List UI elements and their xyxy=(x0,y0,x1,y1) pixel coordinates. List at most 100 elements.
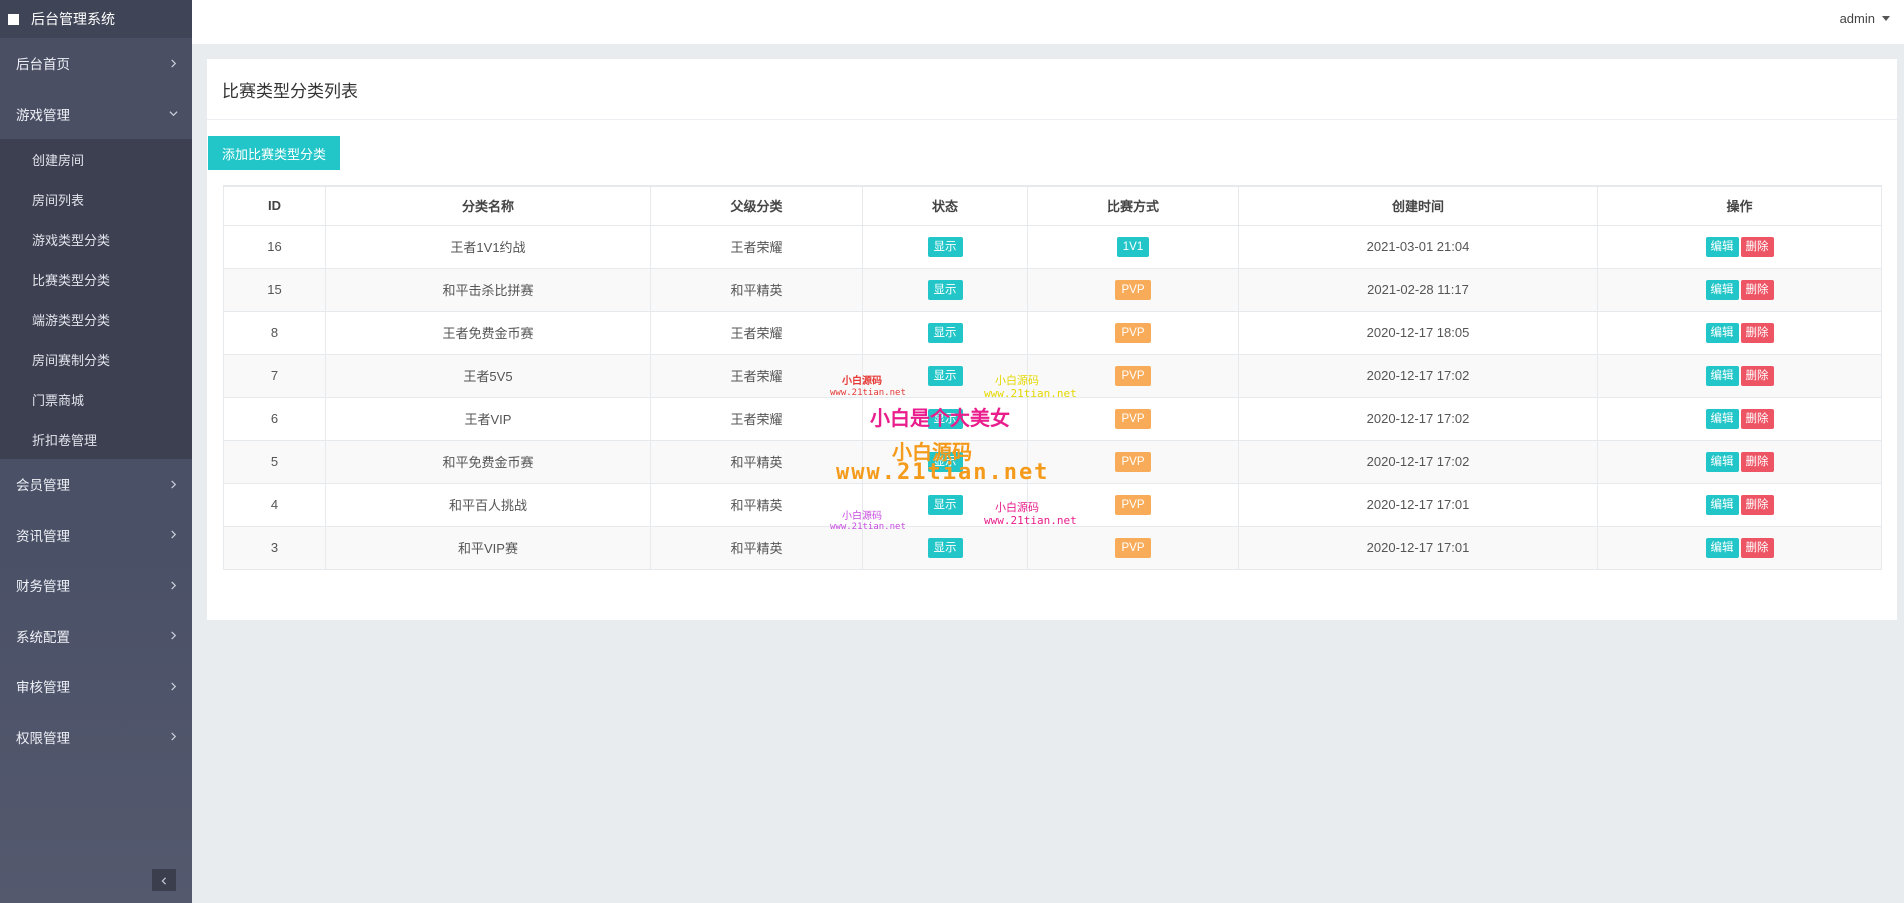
chevron-left-icon xyxy=(160,873,168,888)
sidebar-item-label: 会员管理 xyxy=(16,478,70,494)
sidebar-item-audit[interactable]: 审核管理 xyxy=(0,661,192,712)
chevron-down-icon xyxy=(168,109,178,119)
mode-badge: 1V1 xyxy=(1116,236,1150,257)
sidebar-item-system[interactable]: 系统配置 xyxy=(0,611,192,662)
cell-name: 王者1V1约战 xyxy=(325,224,651,269)
cell-mode: PVP xyxy=(1027,353,1239,398)
delete-button[interactable]: 删除 xyxy=(1740,236,1774,257)
cell-parent: 王者荣耀 xyxy=(650,353,863,398)
column-header: 创建时间 xyxy=(1238,185,1598,226)
sidebar-item-label: 权限管理 xyxy=(16,730,70,746)
chevron-right-icon xyxy=(168,530,178,540)
cell-created: 2020-12-17 17:01 xyxy=(1238,525,1598,570)
column-header: 父级分类 xyxy=(650,185,863,226)
sidebar-item-label: 后台首页 xyxy=(16,57,70,73)
table-body: 16 王者1V1约战 王者荣耀 显示 1V1 2021-03-01 21:04 编辑 删除 15… xyxy=(223,224,1882,570)
cell-mode: 1V1 xyxy=(1027,224,1239,269)
sidebar-item-member[interactable]: 会员管理 xyxy=(0,459,192,510)
user-menu[interactable]: admin xyxy=(1840,11,1890,26)
table-row: 5 和平免费金币赛 和平精英 显示 PVP 2020-12-17 17:02 编辑 删除 xyxy=(223,439,1882,484)
sidebar-item-finance[interactable]: 财务管理 xyxy=(0,560,192,611)
cell-status: 显示 xyxy=(862,224,1028,269)
cell-status: 显示 xyxy=(862,439,1028,484)
sidebar-item-label: 财务管理 xyxy=(16,579,70,595)
table-row: 3 和平VIP赛 和平精英 显示 PVP 2020-12-17 17:01 编辑 删除 xyxy=(223,525,1882,570)
delete-button[interactable]: 删除 xyxy=(1740,365,1774,386)
sidebar: 后台管理系统 后台首页 游戏管理 创建房间 房间列表 游戏类型分类 比赛类型分类… xyxy=(0,0,192,903)
sidebar-subitem-pc-game-type[interactable]: 端游类型分类 xyxy=(0,299,192,339)
edit-button[interactable]: 编辑 xyxy=(1705,322,1739,343)
sidebar-subitem-room-list[interactable]: 房间列表 xyxy=(0,179,192,219)
mode-badge: PVP xyxy=(1115,494,1151,515)
mode-badge: PVP xyxy=(1115,322,1151,343)
sidebar-subitem-create-room[interactable]: 创建房间 xyxy=(0,139,192,179)
status-badge: 显示 xyxy=(927,408,963,429)
top-header: admin xyxy=(192,0,1904,44)
match-type-table: ID 分类名称 父级分类 状态 比赛方式 创建时间 操作 16 王者1V1约战 王者… xyxy=(223,185,1882,570)
sidebar-item-game[interactable]: 游戏管理 xyxy=(0,89,192,140)
sidebar-item-label: 游戏管理 xyxy=(16,107,70,123)
mode-badge: PVP xyxy=(1115,365,1151,386)
sidebar-item-news[interactable]: 资讯管理 xyxy=(0,510,192,561)
cell-mode: PVP xyxy=(1027,525,1239,570)
cell-actions: 编辑 删除 xyxy=(1597,439,1882,484)
edit-button[interactable]: 编辑 xyxy=(1705,408,1739,429)
cell-status: 显示 xyxy=(862,267,1028,312)
cell-parent: 和平精英 xyxy=(650,482,863,527)
cell-created: 2021-03-01 21:04 xyxy=(1238,224,1598,269)
delete-button[interactable]: 删除 xyxy=(1740,322,1774,343)
sidebar-subitem-ticket-shop[interactable]: 门票商城 xyxy=(0,379,192,419)
cell-id: 8 xyxy=(223,310,326,355)
cell-parent: 和平精英 xyxy=(650,439,863,484)
cell-name: 和平VIP赛 xyxy=(325,525,651,570)
status-badge: 显示 xyxy=(927,451,963,472)
sidebar-item-home[interactable]: 后台首页 xyxy=(0,38,192,89)
table-row: 7 王者5V5 王者荣耀 显示 PVP 2020-12-17 17:02 编辑 删除 xyxy=(223,353,1882,398)
edit-button[interactable]: 编辑 xyxy=(1705,537,1739,558)
cell-created: 2020-12-17 17:01 xyxy=(1238,482,1598,527)
sidebar-subitem-game-type[interactable]: 游戏类型分类 xyxy=(0,219,192,259)
edit-button[interactable]: 编辑 xyxy=(1705,365,1739,386)
cell-name: 王者VIP xyxy=(325,396,651,441)
cell-id: 4 xyxy=(223,482,326,527)
chevron-right-icon xyxy=(168,631,178,641)
cell-parent: 王者荣耀 xyxy=(650,310,863,355)
sidebar-subitem-match-type[interactable]: 比赛类型分类 xyxy=(0,259,192,299)
sidebar-subitem-room-format[interactable]: 房间赛制分类 xyxy=(0,339,192,379)
edit-button[interactable]: 编辑 xyxy=(1705,236,1739,257)
sidebar-item-label: 资讯管理 xyxy=(16,528,70,544)
column-header: ID xyxy=(223,185,326,226)
caret-down-icon xyxy=(1882,16,1890,21)
delete-button[interactable]: 删除 xyxy=(1740,279,1774,300)
sidebar-item-permission[interactable]: 权限管理 xyxy=(0,712,192,763)
username: admin xyxy=(1839,11,1875,26)
delete-button[interactable]: 删除 xyxy=(1740,408,1774,429)
column-header: 操作 xyxy=(1597,185,1882,226)
delete-button[interactable]: 删除 xyxy=(1740,494,1774,515)
cell-mode: PVP xyxy=(1027,310,1239,355)
submenu-game: 创建房间 房间列表 游戏类型分类 比赛类型分类 端游类型分类 房间赛制分类 门票… xyxy=(0,139,192,459)
add-match-type-button[interactable]: 添加比赛类型分类 xyxy=(208,136,341,170)
sidebar-item-label: 审核管理 xyxy=(16,680,70,696)
cell-id: 15 xyxy=(223,267,326,312)
cell-status: 显示 xyxy=(862,396,1028,441)
cell-parent: 王者荣耀 xyxy=(650,396,863,441)
sidebar-subitem-discount[interactable]: 折扣卷管理 xyxy=(0,419,192,459)
sidebar-collapse-button[interactable] xyxy=(152,869,176,891)
delete-button[interactable]: 删除 xyxy=(1740,451,1774,472)
delete-button[interactable]: 删除 xyxy=(1740,537,1774,558)
cell-actions: 编辑 删除 xyxy=(1597,310,1882,355)
brand[interactable]: 后台管理系统 xyxy=(0,0,192,38)
cell-mode: PVP xyxy=(1027,267,1239,312)
edit-button[interactable]: 编辑 xyxy=(1705,451,1739,472)
edit-button[interactable]: 编辑 xyxy=(1705,279,1739,300)
edit-button[interactable]: 编辑 xyxy=(1705,494,1739,515)
chevron-right-icon xyxy=(168,681,178,691)
cell-created: 2020-12-17 17:02 xyxy=(1238,439,1598,484)
cell-id: 3 xyxy=(223,525,326,570)
mode-badge: PVP xyxy=(1115,279,1151,300)
cell-name: 王者免费金币赛 xyxy=(325,310,651,355)
mode-badge: PVP xyxy=(1115,451,1151,472)
content-card: 比赛类型分类列表 添加比赛类型分类 ID 分类名称 父级分类 状态 比赛方式 创… xyxy=(207,59,1897,620)
mode-badge: PVP xyxy=(1115,537,1151,558)
